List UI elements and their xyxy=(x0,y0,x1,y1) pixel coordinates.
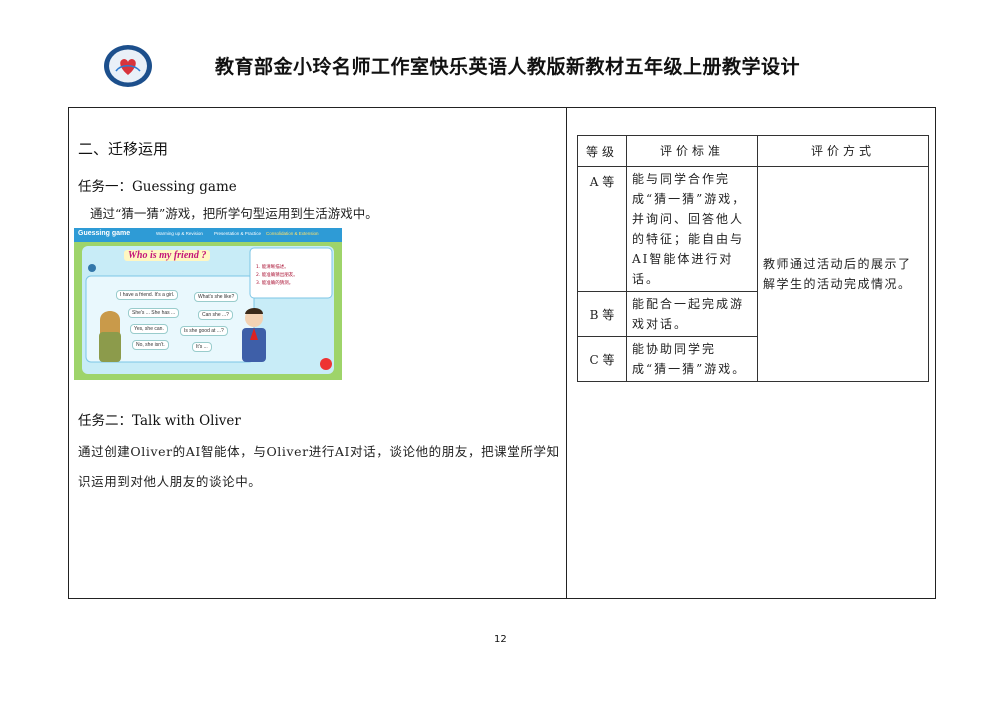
page-title: 教育部金小玲名师工作室快乐英语人教版新教材五年级上册教学设计 xyxy=(215,56,801,78)
slide-checklist: 1. 能清晰描述。 2. 能准确猜出朋友。 3. 能准确的猜测。 xyxy=(256,265,298,286)
bubble: Yes, she can. xyxy=(130,324,168,334)
header-method: 评价方式 xyxy=(757,135,929,167)
criteria-cell: 能与同学合作完成“猜一猜”游戏，并询问、回答他人的特征；能自由与AI智能体进行对… xyxy=(626,166,758,292)
bubble: Is she good at ...? xyxy=(180,326,228,336)
table-header-row: 等级 评价标准 评价方式 xyxy=(577,135,929,167)
guessing-game-slide: Guessing game Warming up & Revision Pres… xyxy=(74,228,342,380)
grade-cell: B 等 xyxy=(577,291,627,337)
bubble: I have a friend. It's a girl. xyxy=(116,290,179,300)
task2-description: 通过创建Oliver的AI智能体，与Oliver进行AI对话，谈论他的朋友，把课… xyxy=(78,444,560,489)
grade-cell: C 等 xyxy=(577,336,627,382)
grade-cell: A 等 xyxy=(577,166,627,292)
page-number: 12 xyxy=(494,634,507,645)
column-divider xyxy=(566,107,567,599)
studio-logo xyxy=(104,45,152,87)
bubble: She's ... She has ... xyxy=(128,308,180,318)
task2-title: 任务二：Talk with Oliver xyxy=(78,413,241,429)
bubble: What's she like? xyxy=(194,292,239,302)
slide-heading: Who is my friend ? xyxy=(124,250,211,261)
criteria-cell: 能协助同学完成“猜一猜”游戏。 xyxy=(626,336,758,382)
header-grade: 等级 xyxy=(577,135,627,167)
slide-nav-1: Warming up & Revision xyxy=(156,231,203,236)
table-row: A 等 能与同学合作完成“猜一猜”游戏，并询问、回答他人的特征；能自由与AI智能… xyxy=(577,166,929,382)
slide-nav-2: Presentation & Practice xyxy=(214,231,262,236)
slide-tag: Guessing game xyxy=(78,230,131,237)
method-cell: 教师通过活动后的展示了解学生的活动完成情况。 xyxy=(757,166,929,382)
slide-nav-3: Consolidation & Extension xyxy=(266,231,319,236)
bubble: Can she ...? xyxy=(198,310,233,320)
section-title: 二、迁移运用 xyxy=(78,140,169,158)
bubble: No, she isn't. xyxy=(132,340,169,350)
header-criteria: 评价标准 xyxy=(626,135,758,167)
task1-description: 通过“猜一猜”游戏，把所学句型运用到生活游戏中。 xyxy=(90,206,378,221)
criteria-cell: 能配合一起完成游戏对话。 xyxy=(626,291,758,337)
evaluation-table: 等级 评价标准 评价方式 A 等 能与同学合作完成“猜一猜”游戏，并询问、回答他… xyxy=(577,135,929,382)
task1-title: 任务一：Guessing game xyxy=(78,179,237,195)
bubble: It's ... xyxy=(192,342,212,352)
